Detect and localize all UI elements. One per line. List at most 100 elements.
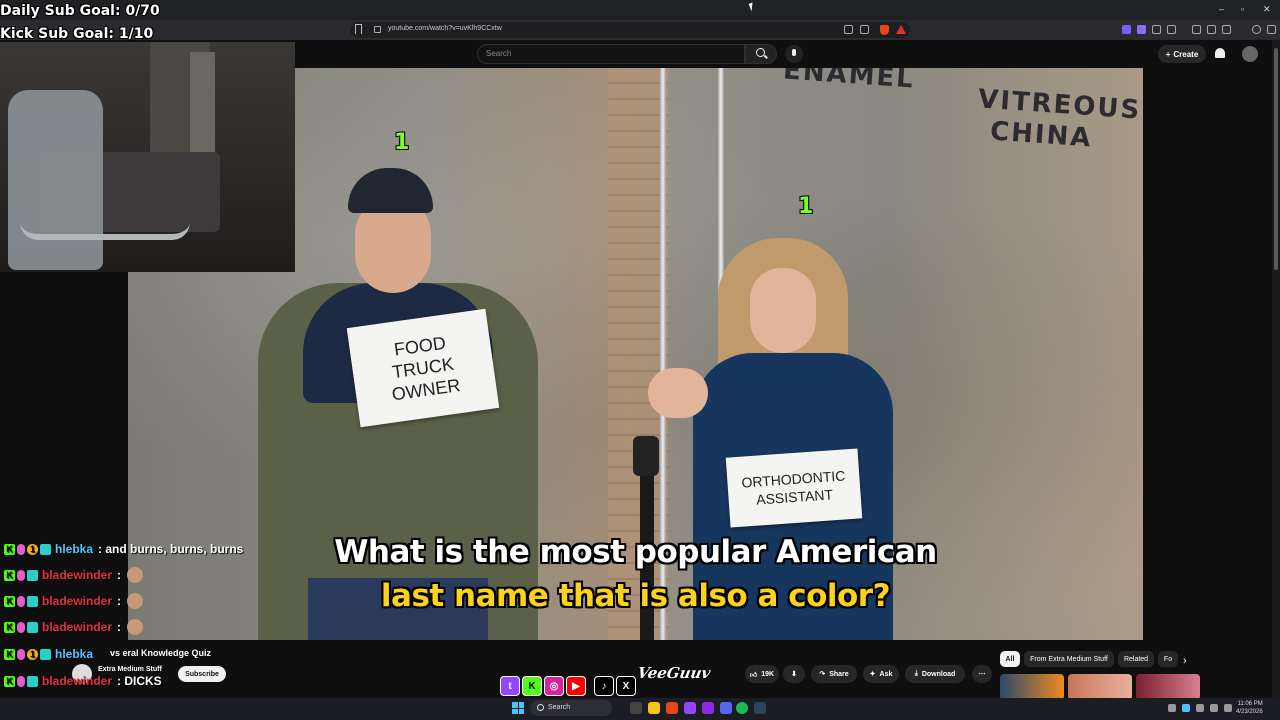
extension-icon[interactable]	[1167, 25, 1176, 34]
chat-badge-icon	[17, 595, 25, 607]
tray-icon[interactable]	[1182, 704, 1190, 712]
file-explorer-icon[interactable]	[648, 702, 660, 714]
download-icon: ⤓	[914, 670, 918, 677]
search-placeholder: Search	[486, 49, 512, 58]
account-avatar[interactable]	[1242, 46, 1258, 62]
menu-icon[interactable]	[1267, 25, 1276, 34]
more-actions-button[interactable]: ⋯	[972, 665, 992, 683]
chip-all[interactable]: All	[1000, 651, 1020, 667]
chevron-right-icon[interactable]: ›	[1183, 655, 1187, 667]
chat-message: K 1 hlebka: and burns, burns, burns	[4, 540, 243, 558]
daily-sub-goal: Daily Sub Goal: 0/70	[0, 3, 160, 19]
discord-icon[interactable]	[720, 702, 732, 714]
chat-badge-icon: K	[4, 543, 15, 555]
volume-icon[interactable]	[1224, 704, 1232, 712]
chip-more[interactable]: Fo	[1158, 651, 1178, 667]
webcam-chair-base	[20, 222, 190, 240]
extension-icon[interactable]	[1137, 25, 1146, 34]
restore-icon[interactable]: ▫	[1241, 4, 1244, 14]
chat-badge-icon	[17, 675, 25, 687]
video-title[interactable]: vs eral Knowledge Quiz	[110, 648, 211, 658]
wallet-icon[interactable]	[1222, 25, 1231, 34]
webcam-chair	[8, 90, 103, 270]
chat-message: K 1 hlebka	[4, 645, 98, 663]
chat-badge-icon	[27, 675, 38, 687]
microphone-icon[interactable]	[785, 45, 803, 63]
scrollbar-thumb[interactable]	[1274, 48, 1278, 270]
taskbar-clock[interactable]: 11:06 PM 4/23/2026	[1236, 700, 1263, 716]
picture-in-picture-icon[interactable]	[844, 25, 853, 34]
chat-badge-icon	[17, 621, 25, 633]
close-icon[interactable]: ✕	[1263, 4, 1271, 15]
chip-related[interactable]: Related	[1118, 651, 1154, 667]
search-input[interactable]	[477, 44, 745, 64]
extension-icon[interactable]	[1152, 25, 1161, 34]
thumbs-down-icon: ⬇︎	[791, 671, 797, 678]
like-button[interactable]: 👍︎ 19K	[745, 665, 779, 683]
notifications-bell-icon[interactable]	[1215, 48, 1225, 58]
task-view-icon[interactable]	[630, 702, 642, 714]
brave-browser-icon[interactable]	[666, 702, 678, 714]
windows-start-icon[interactable]	[512, 702, 524, 714]
tiktok-icon: ♪	[594, 676, 614, 696]
ask-button[interactable]: ✦ Ask	[863, 665, 899, 683]
subscribe-button[interactable]: Subscribe	[178, 666, 226, 682]
chip-from-channel[interactable]: From Extra Medium Stuff	[1024, 651, 1114, 667]
chat-emote-icon	[127, 593, 144, 609]
share-icon: ↷	[819, 671, 826, 678]
extension-icon[interactable]	[1122, 25, 1131, 34]
tray-chevron-icon[interactable]	[1168, 704, 1176, 712]
chat-message: Kbladewinder:	[4, 618, 144, 636]
share-page-icon[interactable]	[860, 25, 869, 34]
url-text[interactable]: youtube.com/watch?v=uvKlh9CCxtw	[388, 25, 502, 32]
download-button[interactable]: ⤓ Download	[905, 665, 965, 683]
plus-icon: +	[1165, 49, 1171, 59]
chat-badge-icon: K	[4, 675, 15, 687]
twitch-icon: t	[500, 676, 520, 696]
chat-badge-icon: 1	[27, 543, 38, 555]
recommended-thumbnail[interactable]	[1000, 674, 1064, 700]
chat-username[interactable]: bladewinder	[42, 674, 112, 688]
chat-username[interactable]: hlebka	[55, 542, 93, 556]
chat-text: :	[117, 568, 122, 582]
chat-text: : DICKS	[117, 674, 162, 688]
chat-text: :	[117, 620, 122, 634]
chat-username[interactable]: bladewinder	[42, 594, 112, 608]
recommended-thumbnail[interactable]	[1068, 674, 1132, 700]
chat-badge-icon: K	[4, 569, 15, 581]
chat-username[interactable]: bladewinder	[42, 620, 112, 634]
score-left: 1	[394, 130, 410, 155]
chat-username[interactable]: bladewinder	[42, 568, 112, 582]
search-icon	[537, 704, 544, 711]
chat-badge-icon: K	[4, 595, 15, 607]
media-icon[interactable]	[1192, 25, 1201, 34]
bookmark-icon[interactable]	[355, 24, 362, 34]
chat-badge-icon: K	[4, 621, 15, 633]
steam-icon[interactable]	[754, 702, 766, 714]
webcam-overlay	[0, 42, 295, 272]
kick-sub-goal: Kick Sub Goal: 1/10	[0, 26, 154, 42]
share-button[interactable]: ↷ Share	[811, 665, 857, 683]
spotify-icon[interactable]	[736, 702, 748, 714]
chat-badge-icon	[40, 543, 51, 555]
chat-badge-icon	[27, 621, 38, 633]
chat-text: :	[117, 594, 122, 608]
thumbs-up-icon: 👍︎	[749, 671, 758, 679]
tray-icon[interactable]	[1196, 704, 1204, 712]
sidebar-icon[interactable]	[1207, 25, 1216, 34]
site-info-icon[interactable]	[374, 26, 381, 33]
brave-shield-icon[interactable]	[880, 25, 889, 35]
app-icon[interactable]	[684, 702, 696, 714]
app-icon[interactable]	[702, 702, 714, 714]
youtube-icon: ▶	[566, 676, 586, 696]
chat-username[interactable]: hlebka	[55, 647, 93, 661]
wifi-icon[interactable]	[1210, 704, 1218, 712]
minimize-icon[interactable]: –	[1219, 4, 1224, 14]
create-button[interactable]: + Create	[1158, 45, 1206, 63]
vpn-icon[interactable]	[1252, 25, 1261, 34]
rewards-icon[interactable]	[896, 25, 906, 34]
dislike-button[interactable]: ⬇︎	[783, 665, 805, 683]
sign-orthodontic-assistant: ORTHODONTIC ASSISTANT	[725, 448, 863, 528]
recommended-thumbnail[interactable]	[1136, 674, 1200, 700]
chat-badge-icon	[17, 543, 25, 555]
